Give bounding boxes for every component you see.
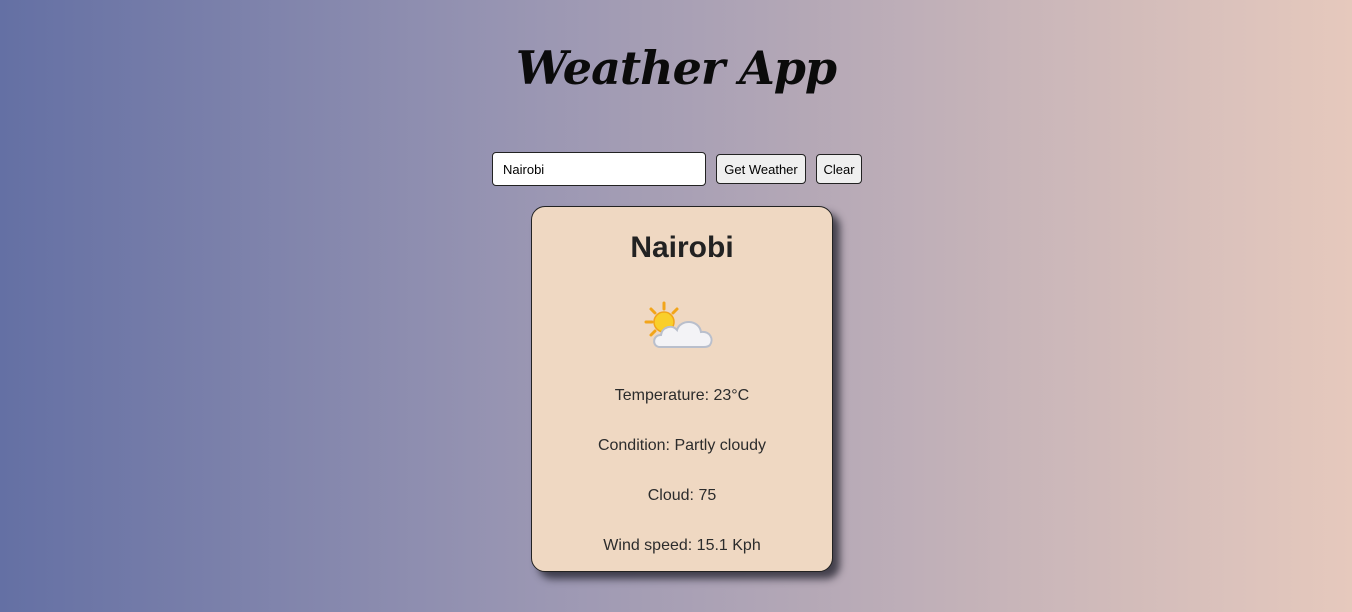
- weather-card: Nairobi Temperature: 23°C Condition: Par…: [531, 206, 833, 572]
- wind-speed-text: Wind speed: 15.1 Kph: [603, 537, 761, 554]
- cloud-text: Cloud: 75: [647, 487, 717, 504]
- city-search-input[interactable]: [492, 152, 706, 186]
- partly-cloudy-icon: [644, 301, 713, 348]
- condition-text: Condition: Partly cloudy: [597, 437, 767, 454]
- temperature-text: Temperature: 23°C: [614, 387, 750, 404]
- clear-button[interactable]: Clear: [816, 154, 862, 184]
- search-bar: Get Weather Clear: [492, 152, 862, 186]
- app-title: Weather App: [515, 41, 837, 95]
- city-name: Nairobi: [630, 231, 734, 264]
- get-weather-button[interactable]: Get Weather: [716, 154, 806, 184]
